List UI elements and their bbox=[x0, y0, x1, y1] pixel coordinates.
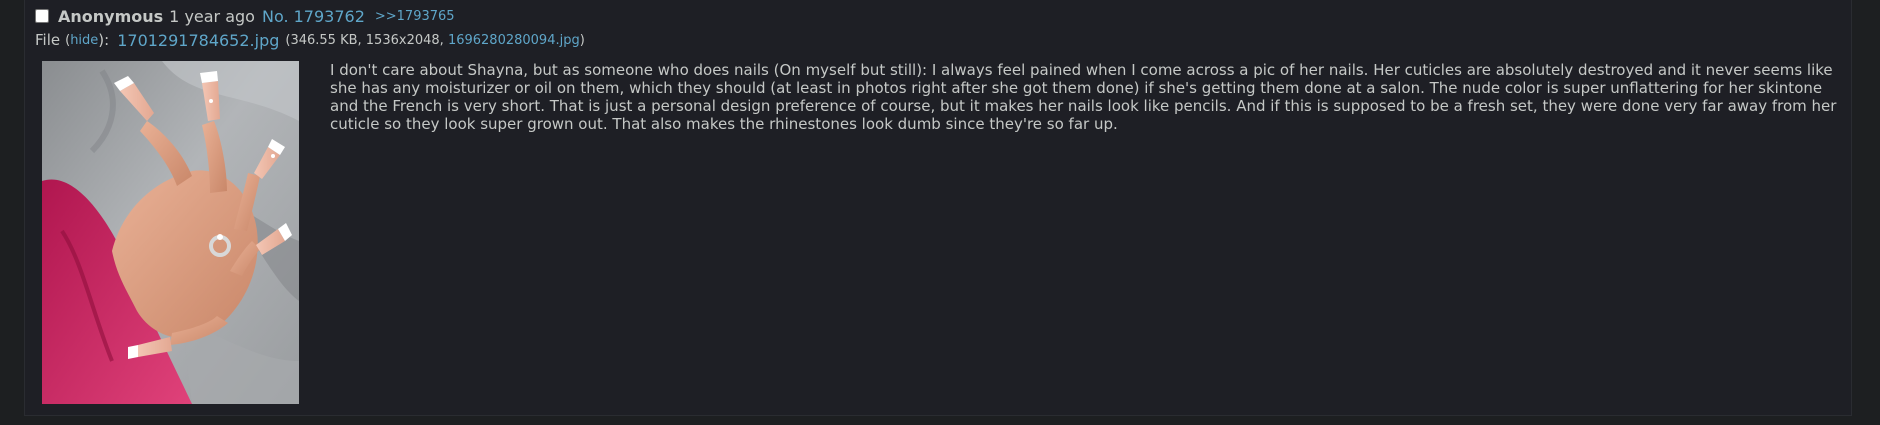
nails-photo-thumbnail[interactable] bbox=[42, 61, 299, 404]
post-age: 1 year ago bbox=[169, 6, 255, 26]
hide-file-link[interactable]: hide bbox=[70, 33, 98, 48]
file-name-link[interactable]: 1701291784652.jpg bbox=[117, 31, 279, 50]
file-meta-end: ) bbox=[579, 32, 585, 48]
file-info: File ( hide ): 1701291784652.jpg (346.55… bbox=[35, 29, 585, 51]
post-comment: I don't care about Shayna, but as someon… bbox=[330, 61, 1837, 133]
file-label: File bbox=[35, 31, 61, 49]
original-filename-link[interactable]: 1696280280094.jpg bbox=[448, 33, 580, 48]
post-select-checkbox[interactable] bbox=[35, 9, 49, 23]
page-bottom-area bbox=[0, 416, 1880, 425]
file-meta-details: (346.55 KB, 1536x2048, bbox=[285, 32, 444, 48]
file-meta: (346.55 KB, 1536x2048, 1696280280094.jpg… bbox=[285, 33, 584, 48]
paren-close: ): bbox=[98, 31, 110, 49]
backlink[interactable]: >>1793765 bbox=[375, 9, 455, 24]
post-container: Anonymous 1 year ago No. 1793762 >>17937… bbox=[24, 0, 1852, 416]
post-info: Anonymous 1 year ago No. 1793762 >>17937… bbox=[35, 5, 455, 27]
poster-name: Anonymous bbox=[58, 6, 164, 26]
post-number-link[interactable]: No. 1793762 bbox=[262, 7, 365, 26]
